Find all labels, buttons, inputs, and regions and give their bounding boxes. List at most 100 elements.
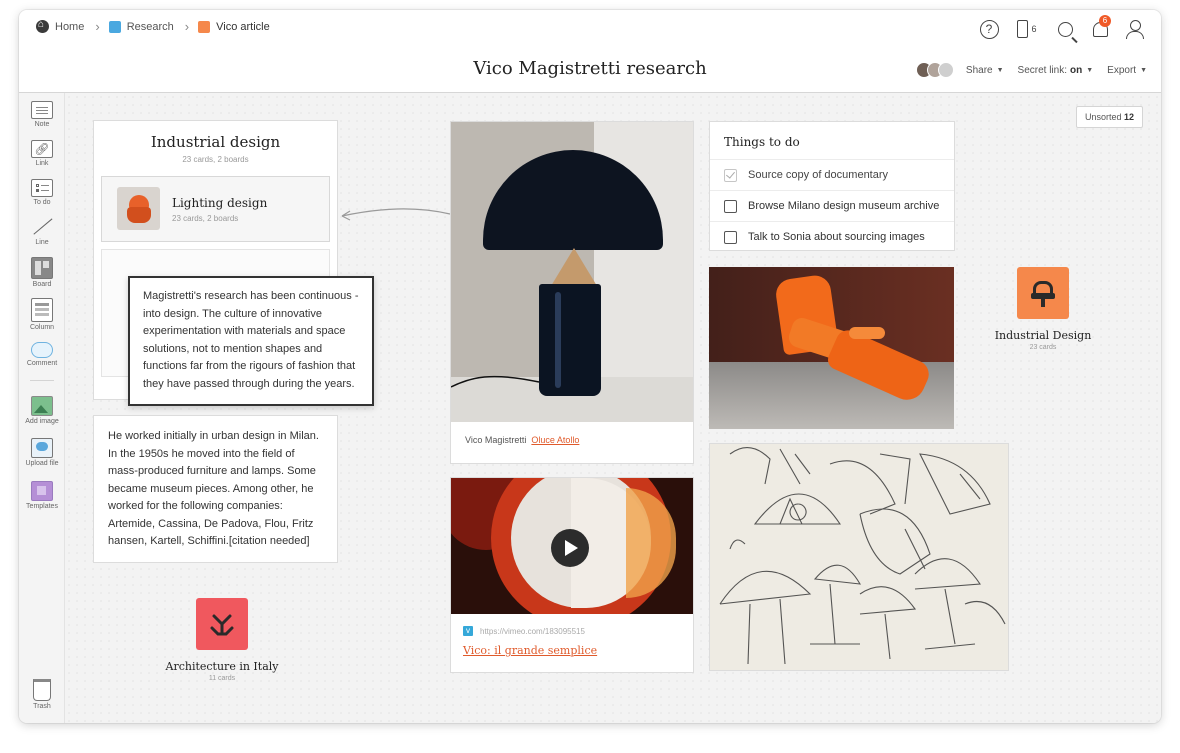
checkbox-checked-icon[interactable] bbox=[724, 168, 737, 182]
breadcrumb-research[interactable]: Research bbox=[108, 20, 174, 33]
user-icon bbox=[1126, 20, 1144, 39]
caret-down-icon: ▼ bbox=[1086, 66, 1094, 74]
lamp-thumbnail bbox=[117, 187, 160, 230]
trash-label: Trash bbox=[33, 703, 51, 710]
tool-note[interactable]: Note bbox=[19, 101, 65, 128]
vimeo-icon: v bbox=[463, 626, 473, 636]
lamp-caption: Vico Magistretti Oluce Atollo bbox=[465, 435, 579, 445]
floating-note-card[interactable]: Magistretti's research has been continuo… bbox=[128, 276, 374, 406]
add-image-icon bbox=[31, 396, 53, 416]
column-subtitle: 23 cards, 2 boards bbox=[182, 155, 249, 164]
tool-link[interactable]: 🔗︎ Link bbox=[19, 140, 65, 167]
bio-note-card[interactable]: He worked initially in urban design in M… bbox=[93, 415, 338, 563]
todo-item[interactable]: Source copy of documentary bbox=[710, 159, 954, 190]
board-icon bbox=[31, 257, 53, 279]
caret-down-icon: ▼ bbox=[996, 66, 1004, 74]
line-icon bbox=[31, 217, 53, 237]
secret-link-button[interactable]: Secret link: on ▼ bbox=[1018, 65, 1094, 76]
tool-label: Board bbox=[32, 281, 52, 288]
board-architecture-in-italy[interactable]: Architecture in Italy 11 cards bbox=[162, 598, 282, 682]
upload-icon bbox=[31, 438, 53, 458]
chevron-right-icon: › bbox=[184, 18, 190, 34]
breadcrumb-research-label: Research bbox=[126, 20, 174, 33]
board-square-icon bbox=[108, 20, 121, 33]
board-card-subtitle: 23 cards, 2 boards bbox=[172, 214, 239, 223]
chair-image bbox=[709, 267, 954, 429]
secret-link-label: Secret link: bbox=[1017, 64, 1067, 76]
board-canvas[interactable]: Unsorted 12 Industrial design 23 cards, … bbox=[65, 93, 1161, 723]
tool-column[interactable]: Column bbox=[19, 298, 65, 331]
board-square-icon bbox=[198, 20, 211, 33]
breadcrumb-home[interactable]: Home bbox=[36, 19, 85, 33]
play-icon bbox=[565, 540, 578, 556]
tool-upload-file[interactable]: Upload file bbox=[19, 438, 65, 467]
help-button[interactable]: ? bbox=[977, 17, 1001, 41]
account-button[interactable] bbox=[1123, 17, 1147, 41]
trash-button[interactable]: Trash bbox=[19, 679, 65, 710]
board-card-lighting-design[interactable]: Lighting design 23 cards, 2 boards bbox=[101, 176, 330, 242]
industrial-board-subtitle: 23 cards bbox=[1029, 344, 1057, 351]
search-button[interactable] bbox=[1053, 17, 1077, 41]
title-actions: Share ▼ Secret link: on ▼ Export ▼ bbox=[915, 62, 1147, 78]
lamp-caption-prefix: Vico Magistretti bbox=[465, 435, 527, 445]
checkbox-icon[interactable] bbox=[724, 230, 737, 244]
templates-icon bbox=[31, 481, 53, 501]
tool-label: Column bbox=[29, 324, 55, 331]
top-bar: Home › Research › Vico article ? 6 6 bbox=[19, 10, 1161, 48]
todo-icon bbox=[31, 179, 53, 197]
lamp-image-card[interactable]: Vico Magistretti Oluce Atollo bbox=[450, 121, 694, 464]
lamp-caption-link[interactable]: Oluce Atollo bbox=[531, 435, 579, 445]
sidebar-divider bbox=[30, 380, 54, 381]
export-label: Export bbox=[1107, 64, 1137, 76]
lamp-sketches-image bbox=[719, 447, 1006, 665]
share-label: Share bbox=[965, 64, 993, 76]
todo-item[interactable]: Browse Milano design museum archive bbox=[710, 190, 954, 221]
app-window: Home › Research › Vico article ? 6 6 bbox=[19, 10, 1161, 723]
breadcrumb-current-label: Vico article bbox=[216, 20, 270, 33]
caret-down-icon: ▼ bbox=[1140, 66, 1147, 74]
tool-add-image[interactable]: Add image bbox=[19, 396, 65, 425]
todo-card[interactable]: Things to do Source copy of documentary … bbox=[709, 121, 955, 251]
column-icon bbox=[31, 298, 53, 322]
tool-label: Line bbox=[35, 239, 49, 246]
column-title: Industrial design bbox=[150, 133, 281, 151]
comment-icon bbox=[31, 342, 53, 358]
link-icon: 🔗︎ bbox=[31, 140, 53, 158]
architecture-board-subtitle: 11 cards bbox=[208, 675, 236, 682]
play-button[interactable] bbox=[551, 529, 589, 567]
board-industrial-design[interactable]: Industrial Design 23 cards bbox=[983, 267, 1103, 351]
breadcrumb: Home › Research › Vico article bbox=[36, 18, 270, 34]
todo-item[interactable]: Talk to Sonia about sourcing images bbox=[710, 221, 954, 252]
phone-icon bbox=[1017, 20, 1029, 38]
unsorted-button[interactable]: Unsorted 12 bbox=[1075, 106, 1143, 128]
tool-board[interactable]: Board bbox=[19, 257, 65, 288]
collaborator-avatars[interactable] bbox=[915, 62, 954, 78]
architecture-board-icon bbox=[196, 598, 248, 650]
video-card[interactable]: v https://vimeo.com/183095515 Vico: il g… bbox=[450, 477, 694, 673]
notification-badge: 6 bbox=[1099, 15, 1111, 27]
sketch-image-card[interactable] bbox=[709, 443, 1009, 671]
unsorted-label: Unsorted bbox=[1084, 112, 1122, 122]
chevron-right-icon: › bbox=[95, 18, 100, 34]
chair-image-card[interactable] bbox=[709, 267, 954, 429]
industrial-board-icon bbox=[1017, 267, 1069, 319]
notifications-button[interactable]: 6 bbox=[1088, 15, 1112, 41]
tool-comment[interactable]: Comment bbox=[19, 342, 65, 367]
breadcrumb-current[interactable]: Vico article bbox=[198, 20, 270, 33]
video-title-link[interactable]: Vico: il grande semplice bbox=[463, 644, 597, 657]
architecture-board-title: Architecture in Italy bbox=[165, 660, 279, 673]
share-button[interactable]: Share ▼ bbox=[966, 65, 1004, 76]
video-url-row: v https://vimeo.com/183095515 bbox=[463, 626, 585, 636]
export-button[interactable]: Export ▼ bbox=[1107, 65, 1147, 76]
help-icon: ? bbox=[979, 19, 999, 39]
search-icon bbox=[1057, 21, 1073, 37]
checkbox-icon[interactable] bbox=[724, 199, 737, 213]
tool-todo[interactable]: To do bbox=[19, 179, 65, 206]
breadcrumb-home-label: Home bbox=[55, 20, 85, 33]
tool-line[interactable]: Line bbox=[19, 217, 65, 246]
title-bar: Vico Magistretti research Share ▼ Secret … bbox=[19, 48, 1161, 93]
connector-arrow[interactable] bbox=[335, 198, 455, 228]
tool-templates[interactable]: Templates bbox=[19, 481, 65, 510]
mobile-button[interactable]: 6 bbox=[1012, 17, 1042, 41]
todo-item-label: Source copy of documentary bbox=[748, 169, 889, 181]
